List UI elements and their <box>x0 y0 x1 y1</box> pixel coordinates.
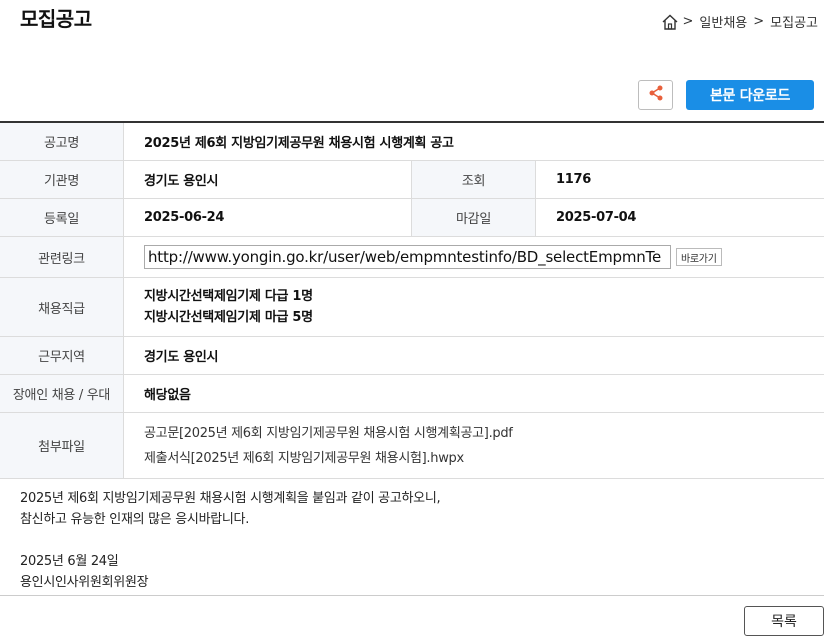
link-cell: http://www.yongin.go.kr/user/web/empmnte… <box>124 237 824 277</box>
title-value: 2025년 제6회 지방임기제공무원 채용시험 시행계획 공고 <box>144 136 454 151</box>
announcement-body: 2025년 제6회 지방임기제공무원 채용시험 시행계획을 붙임과 같이 공고하… <box>20 488 441 593</box>
disabled-value: 해당없음 <box>144 388 191 403</box>
body-line: 참신하고 유능한 인재의 많은 응시바랍니다. <box>20 512 250 527</box>
views-value: 1176 <box>556 172 591 187</box>
position-item: 지방시간선택제임기제 다급 1명 <box>144 289 313 304</box>
position-item: 지방시간선택제임기제 마급 5명 <box>144 310 313 325</box>
attachment-link-hwpx[interactable]: 제출서식[2025년 제6회 지방임기제공무원 채용시험].hwpx <box>144 446 464 471</box>
table-row: 채용직급 지방시간선택제임기제 다급 1명 지방시간선택제임기제 마급 5명 <box>0 278 824 337</box>
table-row: 근무지역 경기도 용인시 <box>0 337 824 375</box>
position-values: 지방시간선택제임기제 다급 1명 지방시간선택제임기제 마급 5명 <box>124 278 824 336</box>
table-row: 공고명 2025년 제6회 지방임기제공무원 채용시험 시행계획 공고 <box>0 123 824 161</box>
list-button[interactable]: 목록 <box>744 606 824 636</box>
share-icon <box>647 84 665 106</box>
breadcrumb-separator: > <box>682 14 694 29</box>
announcement-signer: 용인시인사위원회위원장 <box>20 575 149 590</box>
breadcrumb: > 일반채용 > 모집공고 <box>661 12 824 31</box>
deadline-label: 마감일 <box>412 199 536 236</box>
files-list: 공고문[2025년 제6회 지방임기제공무원 채용시험 시행계획공고].pdf … <box>124 413 824 478</box>
goto-button[interactable]: 바로가기 <box>676 248 722 266</box>
table-row: 등록일 2025-06-24 마감일 2025-07-04 <box>0 199 824 237</box>
download-body-button[interactable]: 본문 다운로드 <box>686 80 814 110</box>
table-row: 첨부파일 공고문[2025년 제6회 지방임기제공무원 채용시험 시행계획공고]… <box>0 413 824 479</box>
views-label: 조회 <box>412 161 536 198</box>
disabled-label: 장애인 채용 / 우대 <box>0 375 124 412</box>
info-table: 공고명 2025년 제6회 지방임기제공무원 채용시험 시행계획 공고 기관명 … <box>0 121 824 479</box>
breadcrumb-item-general[interactable]: 일반채용 <box>699 12 747 31</box>
breadcrumb-item-current[interactable]: 모집공고 <box>770 12 818 31</box>
files-label: 첨부파일 <box>0 413 124 478</box>
table-row: 장애인 채용 / 우대 해당없음 <box>0 375 824 413</box>
posted-label: 등록일 <box>0 199 124 236</box>
location-label: 근무지역 <box>0 337 124 374</box>
divider <box>0 595 824 596</box>
home-icon[interactable] <box>661 13 679 31</box>
link-label: 관련링크 <box>0 237 124 277</box>
deadline-value: 2025-07-04 <box>556 210 637 225</box>
agency-label: 기관명 <box>0 161 124 198</box>
share-button[interactable] <box>638 80 673 110</box>
location-value: 경기도 용인시 <box>144 350 219 365</box>
announcement-date: 2025년 6월 24일 <box>20 554 119 569</box>
table-row: 기관명 경기도 용인시 조회 1176 <box>0 161 824 199</box>
title-label: 공고명 <box>0 123 124 160</box>
page-title: 모집공고 <box>20 7 92 31</box>
related-link-field[interactable]: http://www.yongin.go.kr/user/web/empmnte… <box>144 245 671 269</box>
attachment-link-pdf[interactable]: 공고문[2025년 제6회 지방임기제공무원 채용시험 시행계획공고].pdf <box>144 421 513 446</box>
position-label: 채용직급 <box>0 278 124 336</box>
table-row: 관련링크 http://www.yongin.go.kr/user/web/em… <box>0 237 824 278</box>
breadcrumb-separator: > <box>753 14 765 29</box>
posted-value: 2025-06-24 <box>124 199 412 236</box>
agency-value: 경기도 용인시 <box>124 161 412 198</box>
body-line: 2025년 제6회 지방임기제공무원 채용시험 시행계획을 붙임과 같이 공고하… <box>20 491 441 506</box>
